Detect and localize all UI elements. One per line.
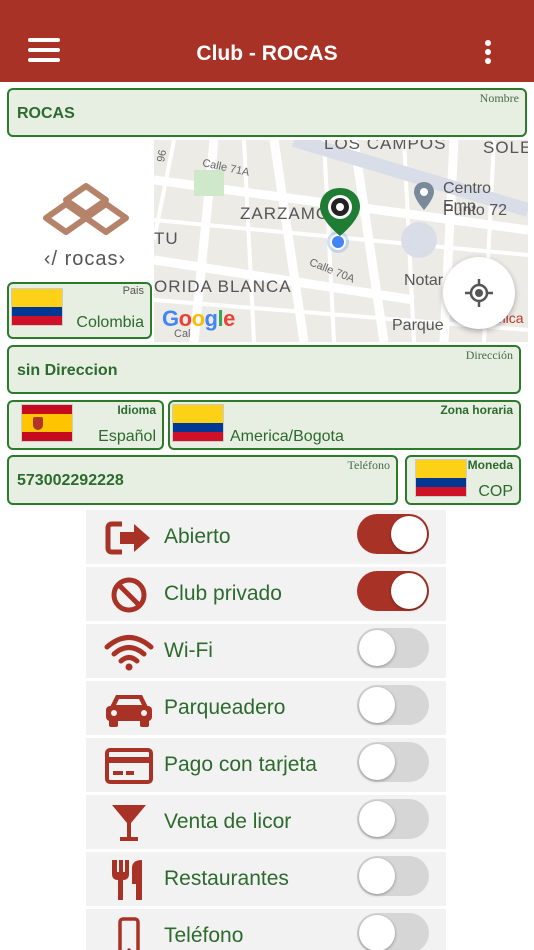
moneda-value: COP [478, 483, 513, 500]
map-view[interactable]: LOS CAMPOS SOLE ZARZAMORA TU ORIDA BLANC… [154, 140, 528, 342]
pais-field[interactable]: Pais Colombia [7, 282, 152, 339]
direccion-field[interactable]: Dirección sin Direccion [7, 345, 521, 394]
utensils-icon [112, 860, 142, 900]
map-label-9: Parque [392, 317, 444, 334]
spain-flag-icon [21, 404, 73, 442]
credit-card-icon [105, 748, 153, 784]
restaurantes-switch[interactable] [357, 856, 429, 896]
wifi-switch[interactable] [357, 628, 429, 668]
toggle-row-restaurantes: Restaurantes [86, 852, 446, 906]
ban-icon [111, 577, 147, 613]
logo-text: ‹/ rocas› [43, 248, 127, 270]
nombre-value: ROCAS [17, 105, 75, 122]
toggle-label: Abierto [164, 525, 231, 548]
toggle-label: Venta de licor [164, 810, 292, 833]
map-label-4: TU [154, 229, 179, 248]
idioma-field[interactable]: Idioma Español [7, 400, 164, 450]
rocas-logo-icon [43, 183, 129, 235]
mobile-phone-icon [118, 917, 140, 950]
car-icon [106, 695, 152, 727]
telefono-field[interactable]: Teléfono 573002292228 [7, 455, 398, 505]
idioma-value: Español [98, 428, 156, 445]
wifi-icon [104, 635, 154, 671]
club-logo[interactable]: ‹/ rocas› [18, 160, 152, 276]
toggle-label: Club privado [164, 582, 282, 605]
toggle-label: Restaurantes [164, 867, 289, 890]
club-privado-switch[interactable] [357, 571, 429, 611]
zona-horaria-label: Zona horaria [440, 403, 513, 417]
idioma-label: Idioma [117, 403, 156, 417]
toggle-label: Teléfono [164, 924, 244, 947]
app-header: Club - ROCAS [0, 0, 534, 82]
colombia-flag-icon [11, 288, 63, 326]
moneda-label: Moneda [467, 458, 513, 472]
toggle-label: Parqueadero [164, 696, 286, 719]
sign-out-icon [105, 521, 150, 555]
toggle-row-venta-de-licor: Venta de licor [86, 795, 446, 849]
parqueadero-switch[interactable] [357, 685, 429, 725]
map-label-5: ORIDA BLANCA [154, 277, 292, 296]
pais-label: Pais [122, 285, 144, 297]
google-logo: Google [162, 306, 235, 331]
toggle-label: Pago con tarjeta [164, 753, 317, 776]
map-label-7: Punto 72 [443, 202, 508, 219]
zona-horaria-field[interactable]: Zona horaria America/Bogota [168, 400, 521, 450]
toggle-row-abierto: Abierto [86, 510, 446, 564]
toggle-row-wifi: Wi-Fi [86, 624, 446, 678]
club-marker-icon[interactable] [320, 188, 360, 236]
pais-value: Colombia [76, 314, 144, 331]
abierto-switch[interactable] [357, 514, 429, 554]
telefono-switch[interactable] [357, 913, 429, 950]
poi-pin-icon[interactable] [414, 182, 434, 210]
nombre-label: Nombre [479, 91, 519, 105]
features-list: Abierto Club privado Wi-Fi Parqueadero P… [86, 510, 446, 950]
toggle-row-pago-con-tarjeta: Pago con tarjeta [86, 738, 446, 792]
zona-horaria-value: America/Bogota [230, 428, 344, 445]
map-label-1: LOS CAMPOS [324, 140, 447, 153]
map-label-8: Notar [404, 272, 444, 289]
more-vertical-icon[interactable] [482, 40, 494, 68]
nombre-field[interactable]: Nombre ROCAS [7, 88, 527, 137]
telefono-value: 573002292228 [17, 472, 124, 489]
toggle-row-parqueadero: Parqueadero [86, 681, 446, 735]
toggle-row-telefono: Teléfono [86, 909, 446, 950]
my-location-button[interactable] [443, 257, 515, 329]
street-label-4: 96 [155, 148, 170, 164]
telefono-label: Teléfono [347, 458, 390, 472]
page-title: Club - ROCAS [196, 42, 338, 65]
cocktail-icon [112, 805, 146, 841]
pago-con-tarjeta-switch[interactable] [357, 742, 429, 782]
crosshair-icon [465, 279, 493, 307]
toggle-row-club-privado: Club privado [86, 567, 446, 621]
map-label-2: SOLE [483, 140, 528, 157]
direccion-label: Dirección [465, 348, 513, 362]
colombia-flag-icon [415, 459, 467, 497]
venta-de-licor-switch[interactable] [357, 799, 429, 839]
colombia-flag-icon [172, 404, 224, 442]
toggle-label: Wi-Fi [164, 639, 213, 662]
moneda-field[interactable]: Moneda COP [405, 455, 521, 505]
direccion-value: sin Direccion [17, 362, 118, 379]
